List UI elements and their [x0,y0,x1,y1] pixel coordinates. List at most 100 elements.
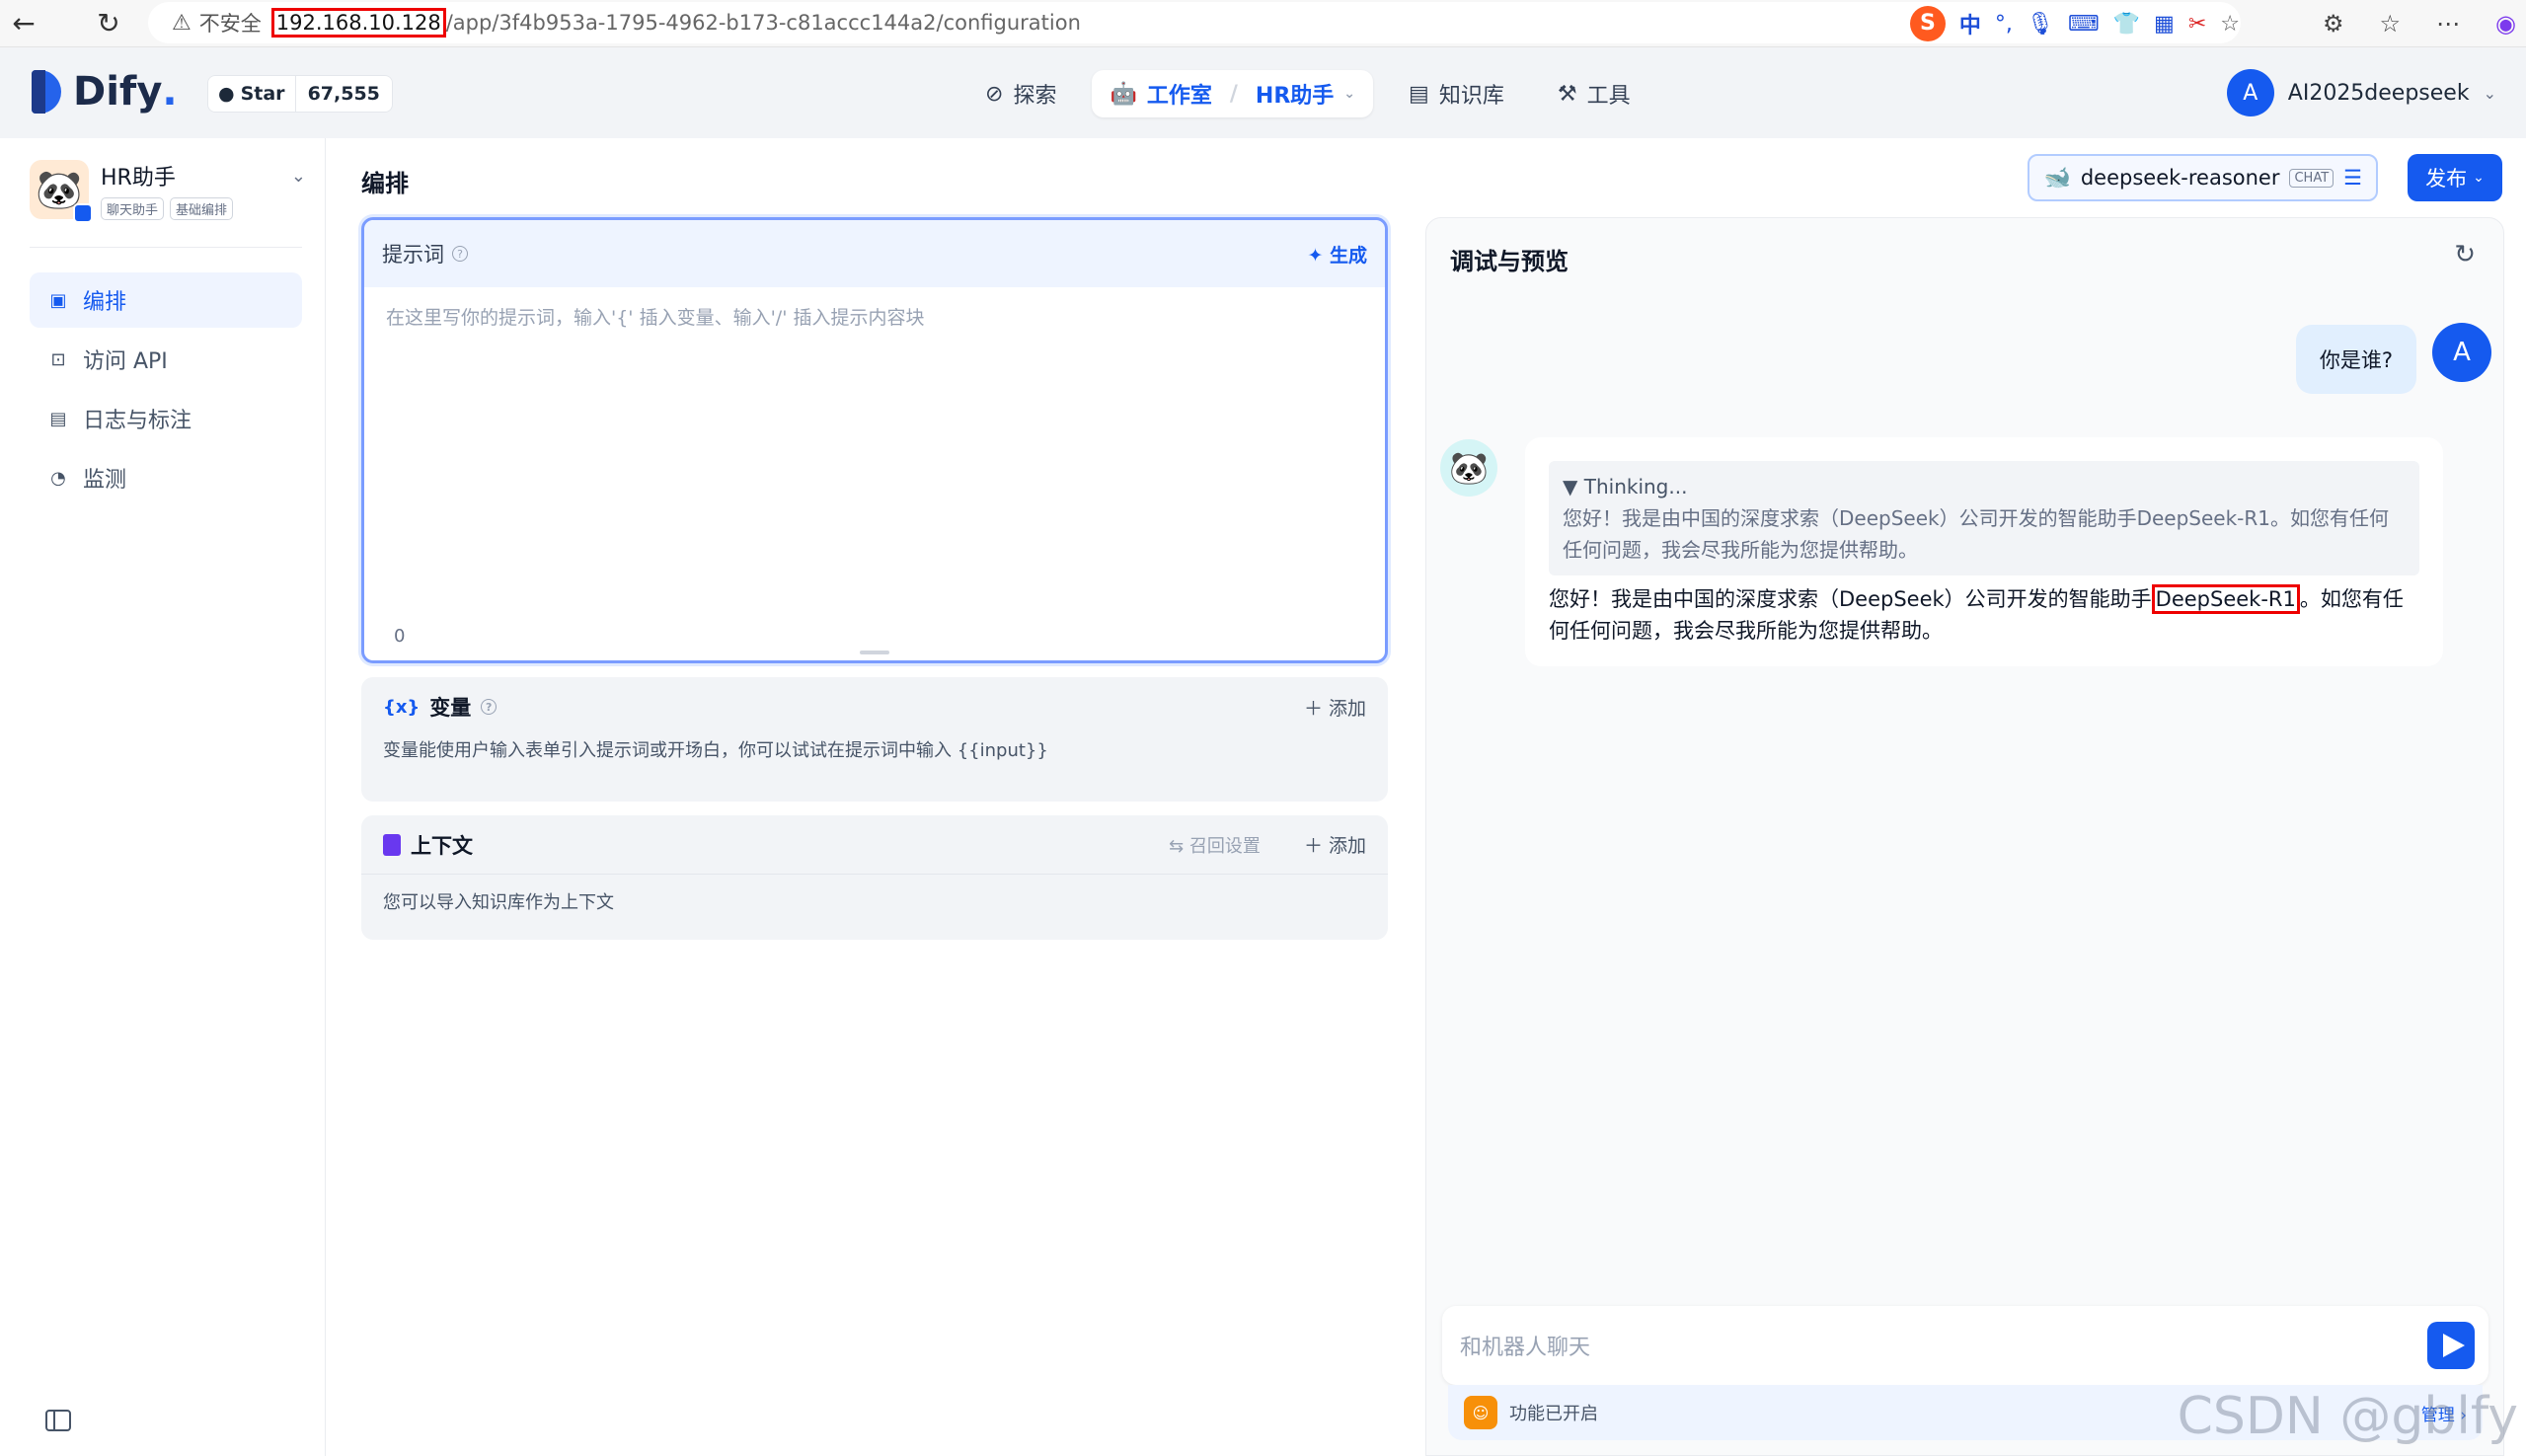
github-icon: ● [218,83,235,105]
nav-knowledge-label: 知识库 [1438,84,1504,109]
model-name: deepseek-reasoner [2080,166,2280,190]
recall-settings-button[interactable]: ⇆ 召回设置 [1169,832,1261,858]
bot-message: ▼ Thinking... 您好！我是由中国的深度求索（DeepSeek）公司开… [1525,437,2443,666]
sidebar-item-label: 监测 [83,468,127,493]
generate-button[interactable]: ✦ 生成 [1307,241,1367,268]
nav-app-label[interactable]: HR助手 [1256,78,1334,110]
favorites-icon[interactable]: ☆ [2380,10,2402,38]
reload-icon[interactable]: ↻ [85,0,132,47]
context-header: 上下文 ⇆ 召回设置 ＋ 添加 [361,815,1388,875]
add-context-button[interactable]: ＋ 添加 [1304,831,1366,858]
user-menu[interactable]: A AI2025deepseek ⌄ [2226,69,2496,116]
gauge-icon: ◔ [50,467,66,489]
nav-tools-label: 工具 [1586,84,1631,109]
user-name: AI2025deepseek [2287,80,2470,106]
sidebar-item-monitor[interactable]: ◔ 监测 [30,450,302,505]
answer-highlight: DeepSeek-R1 [2151,584,2300,614]
app-sidebar: 🐼 HR助手 聊天助手 基础编排 ⌄ ▣ 编排 ⊡ 访问 API ▤ 日志与标注… [0,138,326,1456]
back-icon[interactable]: ← [0,0,47,47]
keyboard-icon[interactable]: ⌨ [2068,12,2100,37]
thinking-title[interactable]: ▼ Thinking... [1563,471,2406,502]
plus-icon: ＋ [1303,835,1329,857]
help-icon[interactable]: ? [452,246,468,262]
add-label: 添加 [1328,835,1366,857]
bookmark-star-icon[interactable]: ☆ [2220,12,2240,37]
nav-studio[interactable]: 🤖 工作室 / HR助手 ⌄ [1092,70,1374,117]
prompt-input[interactable]: 在这里写你的提示词，输入'{' 插入变量、输入'/' 插入提示内容块 [364,287,1385,345]
compass-icon: ⊘ [985,81,1004,107]
file-list-icon: ▤ [49,408,67,429]
page-title: 编排 [361,170,409,197]
layout-icon: ▣ [49,289,67,311]
app-header: Dify. ● Star 67,555 ⊘ 探索 🤖 工作室 / HR助手 ⌄ … [0,47,2526,138]
grid-apps-icon[interactable]: ▦ [2154,12,2175,37]
chat-input-placeholder: 和机器人聊天 [1460,1336,1591,1360]
context-card: 上下文 ⇆ 召回设置 ＋ 添加 您可以导入知识库作为上下文 [361,815,1388,940]
bot-avatar-panda-icon: 🐼 [1440,439,1497,497]
logo-suffix: . [162,69,178,115]
thinking-text: 您好！我是由中国的深度求索（DeepSeek）公司开发的智能助手DeepSeek… [1563,506,2390,562]
book-icon: ▤ [1409,81,1429,107]
ime-lang-label[interactable]: 中 [1959,8,1981,39]
watermark: CSDN @gblfy [2177,1387,2518,1446]
thinking-block[interactable]: ▼ Thinking... 您好！我是由中国的深度求索（DeepSeek）公司开… [1549,461,2419,575]
sliders-icon[interactable]: ☰ [2343,166,2362,190]
hammer-icon: ⚒ [1557,81,1577,107]
app-mode-tag: 基础编排 [170,197,234,220]
skin-icon[interactable]: 👕 [2113,12,2140,37]
add-variable-button[interactable]: ＋ 添加 [1304,694,1366,721]
debug-title: 调试与预览 [1450,248,1569,275]
sidebar-toggle-icon[interactable] [45,1410,71,1431]
star-count: 67,555 [295,75,393,113]
sidebar-item-api[interactable]: ⊡ 访问 API [30,332,302,387]
punctuation-icon[interactable]: °, [1995,12,2013,37]
plus-icon: ＋ [1303,697,1329,720]
sidebar-item-orchestrate[interactable]: ▣ 编排 [30,272,302,328]
deepseek-whale-icon: 🐋 [2043,165,2071,191]
nav-explore[interactable]: ⊘ 探索 [967,70,1074,117]
sogou-ime-icon[interactable]: S [1909,6,1946,41]
prompt-editor-card: 提示词 ? ✦ 生成 在这里写你的提示词，输入'{' 插入变量、输入'/' 插入… [361,217,1388,663]
bot-answer: 您好！我是由中国的深度求索（DeepSeek）公司开发的智能助手 DeepSeek… [1549,583,2419,647]
github-star-button[interactable]: ● Star [207,75,296,113]
microphone-icon[interactable]: 🎙 [2027,12,2054,37]
sidebar-item-label: 访问 API [83,349,168,374]
swap-icon: ⇆ [1169,835,1189,857]
main-nav: ⊘ 探索 🤖 工作室 / HR助手 ⌄ ▤ 知识库 ⚒ 工具 [967,69,1648,118]
refresh-icon[interactable]: ↻ [2454,240,2476,269]
more-menu-icon[interactable]: ⋯ [2436,10,2460,38]
send-icon[interactable] [2427,1322,2475,1369]
chevron-down-icon: ⌄ [2483,83,2496,103]
app-info[interactable]: 🐼 HR助手 聊天助手 基础编排 ⌄ [30,160,306,229]
sidebar-item-logs[interactable]: ▤ 日志与标注 [30,391,302,446]
extension-tray: S 中 °, 🎙 ⌨ 👕 ▦ ✂ ☆ [1909,6,2240,41]
github-star-widget[interactable]: ● Star 67,555 [207,75,393,113]
feature-label: 功能已开启 [1509,1404,1598,1424]
model-selector[interactable]: 🐋 deepseek-reasoner CHAT ☰ [2028,154,2378,201]
publish-button[interactable]: 发布 ⌄ [2408,154,2502,201]
resize-handle[interactable] [860,651,889,654]
dify-logo-mark [32,70,61,114]
help-icon[interactable]: ? [481,699,498,715]
dify-logo[interactable]: Dify. [32,69,178,115]
nav-knowledge[interactable]: ▤ 知识库 [1391,70,1522,117]
publish-label: 发布 [2425,167,2468,191]
document-icon [383,833,401,856]
extensions-icon[interactable]: ⚙ [2323,10,2344,38]
copilot-icon[interactable]: ◉ [2495,10,2516,38]
nav-explore-label: 探索 [1013,84,1057,109]
chevron-down-icon[interactable]: ⌄ [291,166,306,187]
generate-label: 生成 [1329,244,1367,267]
app-type-tag: 聊天助手 [101,197,165,220]
nav-tools[interactable]: ⚒ 工具 [1540,70,1648,117]
user-avatar[interactable]: A [2226,69,2274,116]
variables-label: 变量 [429,696,472,720]
tool-icon[interactable]: ✂ [2188,12,2206,37]
nav-separator: / [1229,81,1238,107]
sparkle-icon: ✦ [1307,244,1330,267]
sidebar-menu: ▣ 编排 ⊡ 访问 API ▤ 日志与标注 ◔ 监测 [30,272,302,509]
prompt-char-count: 0 [394,626,406,647]
chat-input[interactable]: 和机器人聊天 [1442,1306,2488,1385]
user-avatar: A [2432,323,2491,382]
context-desc: 您可以导入知识库作为上下文 [383,892,614,913]
